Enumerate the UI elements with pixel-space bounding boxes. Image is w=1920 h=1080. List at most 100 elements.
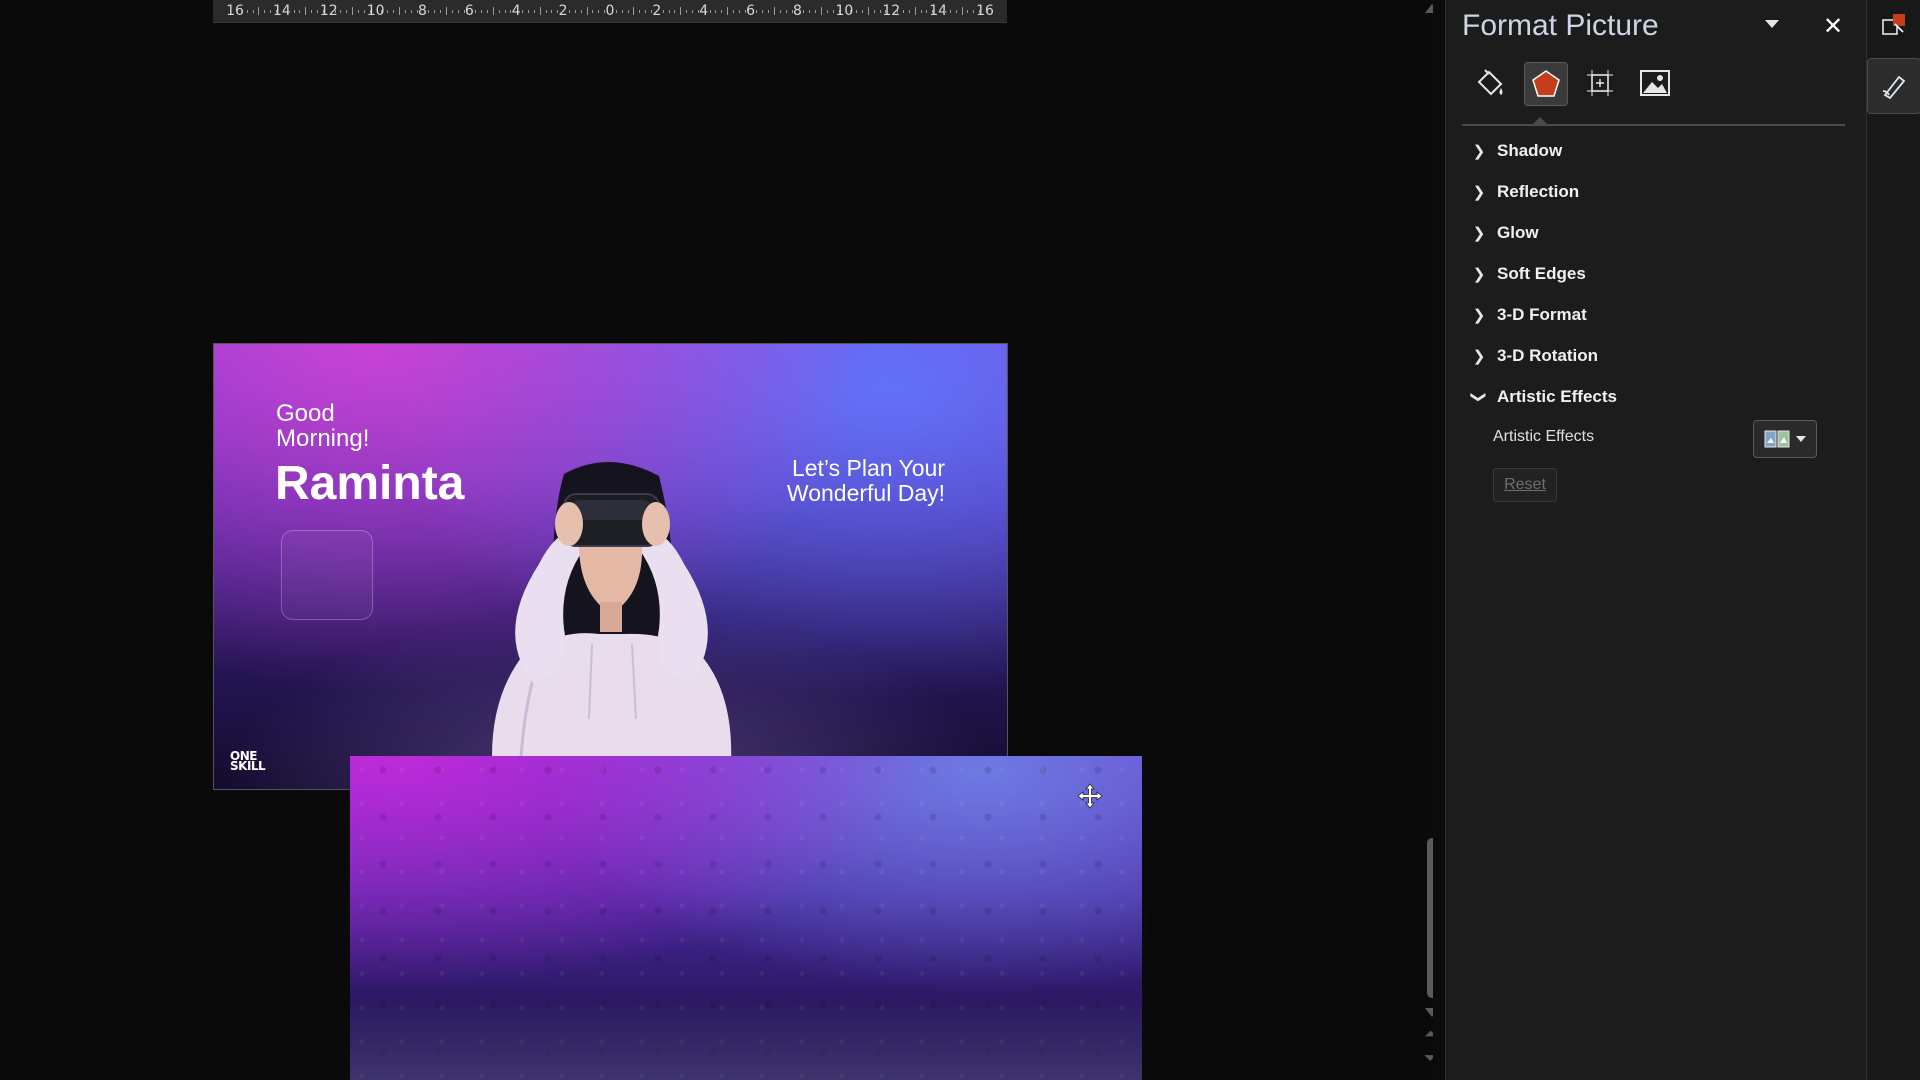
ruler-tick: [785, 9, 787, 13]
ruler-tick: [428, 9, 430, 13]
ruler-label: 4: [511, 3, 521, 19]
section-glow[interactable]: ❯ Glow: [1472, 221, 1539, 245]
previous-slide-icon[interactable]: ⏶: [1424, 1027, 1433, 1043]
ruler-tick: [252, 9, 254, 13]
ruler-tick: [451, 9, 453, 13]
tab-separator: [1462, 124, 1845, 126]
chevron-right-icon: ❯: [1472, 307, 1486, 324]
floor-haze: [350, 996, 1142, 1080]
tagline-text[interactable]: Let’s Plan Your Wonderful Day!: [725, 456, 945, 506]
ruler-tick: [692, 9, 694, 13]
ruler-tick: [621, 9, 623, 13]
ruler-tick: [914, 7, 916, 15]
ruler-tick: [715, 9, 717, 13]
ruler-tick: [674, 9, 676, 13]
ruler-tick: [352, 7, 354, 15]
ruler-tick: [973, 9, 975, 13]
section-3d-rotation[interactable]: ❯ 3-D Rotation: [1472, 344, 1598, 368]
chevron-right-icon: ❯: [1472, 184, 1486, 201]
tab-fill-line[interactable]: [1469, 62, 1511, 104]
ruler-tick: [768, 9, 770, 13]
artistic-effects-gallery-button[interactable]: [1753, 420, 1817, 458]
section-label: Shadow: [1497, 141, 1563, 160]
vertical-scrollbar[interactable]: ⏶ ⏷: [1420, 0, 1433, 1080]
ruler-tick: [721, 9, 723, 13]
section-reflection[interactable]: ❯ Reflection: [1472, 180, 1579, 204]
artistic-effects-icon: [1764, 430, 1790, 448]
ruler-tick: [820, 7, 822, 15]
glass-card-shape[interactable]: [281, 530, 373, 620]
scrollbar-thumb[interactable]: [1427, 838, 1433, 998]
ruler-tick: [504, 9, 506, 13]
section-soft-edges[interactable]: ❯ Soft Edges: [1472, 262, 1586, 286]
ruler-tick: [434, 9, 436, 13]
format-pane-toggle-button[interactable]: [1867, 58, 1920, 114]
format-picture-pane: Format Picture ✕ ❯ Shadow ❯ Reflection ❯…: [1445, 0, 1866, 1080]
ruler-tick: [861, 9, 863, 13]
ruler-tick: [539, 7, 541, 15]
ruler-tick: [879, 9, 881, 13]
ruler-tick: [358, 9, 360, 13]
ruler-tick: [615, 9, 617, 13]
ruler-tick: [551, 9, 553, 13]
section-label: Reflection: [1497, 182, 1580, 201]
ruler-tick: [399, 7, 401, 15]
slide-thumbnail[interactable]: Good Morning! Raminta Let’s Plan Your Wo…: [213, 343, 1008, 790]
ruler-label: 8: [418, 3, 427, 19]
ruler-tick: [287, 9, 289, 13]
ruler-tick: [920, 9, 922, 13]
ruler-tick: [363, 9, 365, 13]
brush-edit-icon: [1882, 75, 1906, 100]
chevron-right-icon: ❯: [1472, 348, 1486, 365]
ruler-label: 2: [558, 3, 568, 19]
greeting-text[interactable]: Good Morning!: [276, 401, 426, 451]
ruler-tick: [475, 9, 477, 13]
reset-button[interactable]: Reset: [1493, 468, 1557, 502]
ruler-tick: [815, 9, 817, 13]
next-slide-icon[interactable]: ⏷: [1424, 1051, 1433, 1067]
scroll-up-arrow-icon[interactable]: [1425, 4, 1433, 13]
ruler-tick: [381, 9, 383, 13]
slide-canvas[interactable]: 16 14 12 10 8 6 4 2 0 2 4 6 8 10 12 14 16 Good Mornin: [0, 0, 1433, 1080]
ruler-tick: [949, 9, 951, 13]
ruler-tick: [293, 9, 295, 13]
selected-background-picture[interactable]: [350, 756, 1142, 1080]
tab-picture[interactable]: [1634, 62, 1676, 104]
ruler-tick: [445, 7, 447, 15]
ruler-tick: [545, 9, 547, 13]
section-artistic-effects[interactable]: ❯ Artistic Effects: [1470, 385, 1617, 409]
name-text[interactable]: Raminta: [275, 456, 464, 511]
ruler-tick: [961, 7, 963, 15]
ruler-tick: [686, 9, 688, 13]
oneskill-logo: ONE SKILL: [230, 750, 266, 772]
ruler-tick: [774, 7, 776, 15]
ruler-label: 16: [976, 3, 994, 19]
pane-title: Format Picture: [1462, 9, 1659, 42]
tab-size-properties[interactable]: [1579, 62, 1621, 104]
section-shadow[interactable]: ❯ Shadow: [1472, 139, 1562, 163]
ruler-tick: [727, 7, 729, 15]
ruler-tick: [850, 9, 852, 13]
ruler-tick: [826, 9, 828, 13]
ruler-tick: [967, 9, 969, 13]
close-icon[interactable]: ✕: [1823, 12, 1843, 41]
picture-format-icon[interactable]: [1881, 12, 1907, 38]
ruler-label: 6: [464, 3, 474, 19]
ruler-tick: [486, 9, 488, 13]
ruler-tick: [317, 9, 319, 13]
section-3d-format[interactable]: ❯ 3-D Format: [1472, 303, 1587, 327]
ruler-tick: [639, 9, 641, 13]
scroll-down-arrow-icon[interactable]: [1425, 1008, 1433, 1017]
ruler-tick: [680, 7, 682, 15]
ruler-tick: [498, 9, 500, 13]
tab-effects[interactable]: [1524, 62, 1568, 106]
ruler-tick: [568, 9, 570, 13]
dropdown-arrow-icon: [1796, 436, 1806, 442]
ruler-tick: [574, 9, 576, 13]
pane-options-dropdown-icon[interactable]: [1765, 20, 1779, 28]
ruler-tick: [856, 9, 858, 13]
active-tab-indicator: [1533, 117, 1547, 124]
ruler-tick: [258, 7, 260, 15]
ruler-tick: [668, 9, 670, 13]
artistic-effects-label: Artistic Effects: [1493, 428, 1595, 445]
